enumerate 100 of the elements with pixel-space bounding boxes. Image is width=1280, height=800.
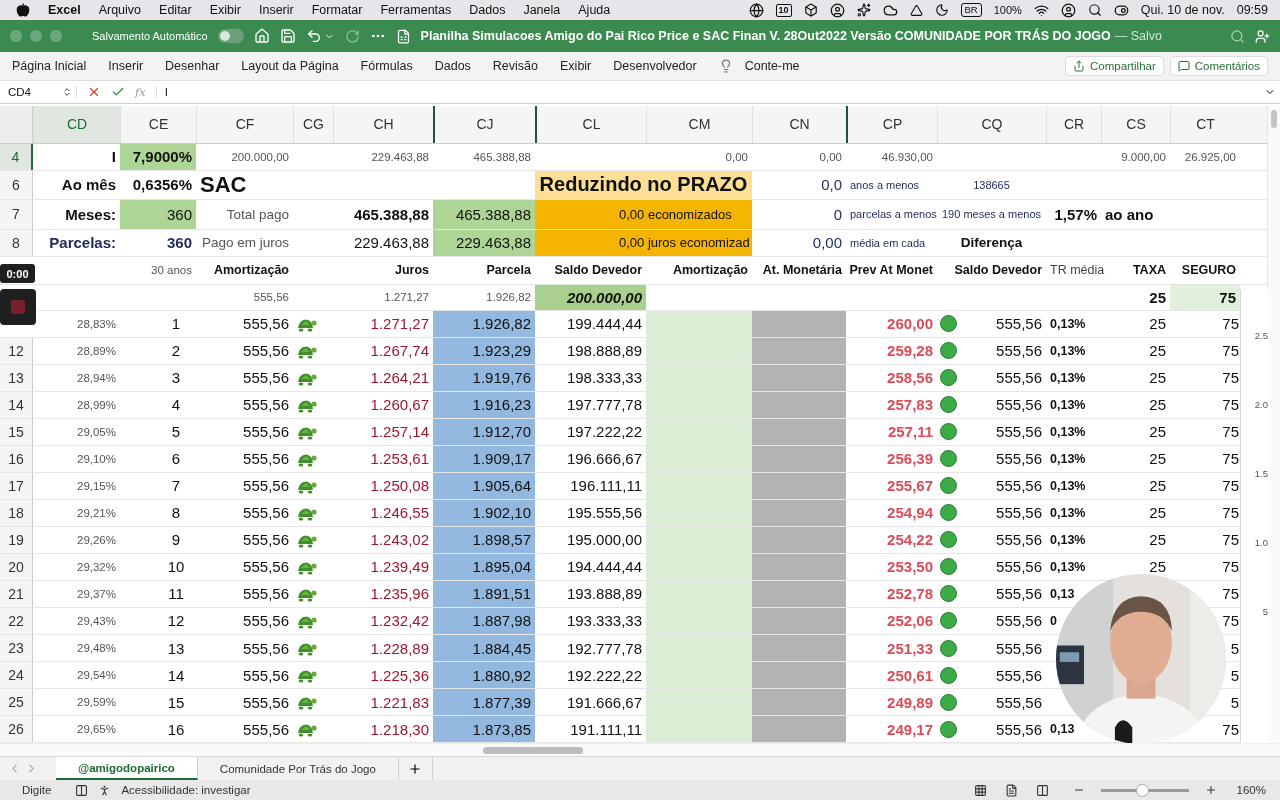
scrollbar-thumb[interactable] — [1271, 110, 1277, 128]
share-button[interactable]: Compartilhar — [1064, 56, 1164, 76]
menu-item[interactable]: Editar — [159, 3, 192, 17]
interest-value: 1.232,42 — [369, 611, 430, 632]
column-title: Prev At Monet — [848, 262, 934, 280]
menu-item[interactable]: Ferramentas — [380, 3, 452, 17]
zoom-in-icon[interactable] — [1204, 784, 1217, 796]
user-icon[interactable] — [1060, 2, 1076, 18]
installment-number: 14 — [166, 665, 186, 686]
menu-item[interactable]: Excel — [48, 3, 81, 17]
account-icon[interactable] — [1255, 28, 1270, 44]
ribbon-tab[interactable]: Página Inicial — [12, 59, 87, 73]
clock-text[interactable]: 09:59 — [1236, 3, 1268, 17]
row-number[interactable]: 13 — [0, 364, 33, 391]
autosave-toggle[interactable] — [217, 29, 244, 43]
battery-percent[interactable]: 100% — [993, 4, 1022, 16]
menu-item[interactable]: Formatar — [311, 3, 363, 17]
fee-value: 25 — [1149, 504, 1166, 522]
search-icon[interactable] — [1087, 3, 1102, 17]
row-number[interactable]: 26 — [0, 716, 33, 743]
row-number[interactable]: 23 — [0, 635, 33, 661]
zoom-level[interactable]: 160% — [1236, 784, 1266, 796]
undo-icon[interactable] — [305, 28, 322, 44]
ribbon-tab[interactable]: Desenhar — [165, 59, 220, 73]
menu-item[interactable]: Ajuda — [578, 3, 611, 17]
column-title: Parcela — [485, 262, 532, 280]
globe-icon[interactable] — [748, 2, 764, 18]
installment-number: 5 — [170, 422, 182, 443]
ribbon-tab[interactable]: Layout da Página — [241, 59, 339, 73]
menu-item[interactable]: Exibir — [209, 3, 241, 17]
chart-panel[interactable]: 2.5 2.0 1.5 1.0 5 — [1240, 289, 1268, 743]
tell-me-link[interactable]: Conte-me — [744, 59, 800, 73]
interest-value: 1.260,67 — [369, 395, 430, 416]
ribbon-tab[interactable]: Dados — [434, 59, 471, 73]
row-number[interactable]: 12 — [0, 337, 33, 364]
interest-value: 1.239,49 — [369, 557, 430, 578]
row-number[interactable]: 8 — [0, 229, 33, 256]
value-text: 229.463,88 — [370, 149, 430, 165]
home-icon[interactable] — [253, 28, 270, 44]
formula-input[interactable]: I — [155, 86, 1254, 98]
table-cell: 0,00 economizados — [535, 199, 752, 229]
normal-view-icon[interactable] — [973, 783, 987, 797]
ribbon-tab[interactable]: Exibir — [560, 59, 592, 73]
wifi-icon[interactable] — [1033, 2, 1049, 18]
calendar-icon[interactable]: 10 — [775, 3, 792, 17]
ribbon-tab[interactable]: Revisão — [492, 59, 538, 73]
date-text[interactable]: Qui. 10 de nov. — [1140, 3, 1225, 17]
rate-value: 0 — [1050, 613, 1057, 628]
balance-value: 555,56 — [996, 585, 1042, 603]
interest-value: 1.267,74 — [369, 341, 430, 362]
axis-label: 5 — [1262, 606, 1268, 618]
menu-item[interactable]: Arquivo — [98, 3, 142, 17]
row-number[interactable]: 18 — [0, 499, 33, 526]
row-number[interactable]: 22 — [0, 607, 33, 634]
page-layout-icon[interactable] — [1004, 783, 1018, 797]
row-number[interactable]: 7 — [0, 199, 33, 229]
row-number[interactable]: 24 — [0, 662, 33, 689]
sheet-tab[interactable]: @amigodopairico — [56, 757, 198, 780]
name-box[interactable]: CD4 — [4, 86, 77, 98]
sparkle-icon[interactable] — [856, 3, 871, 17]
save-icon[interactable] — [279, 28, 296, 44]
row-number[interactable]: 4 — [0, 143, 33, 170]
comments-button[interactable]: Comentários — [1169, 56, 1268, 76]
menu-item[interactable]: Dados — [469, 3, 506, 17]
row-number[interactable]: 21 — [0, 580, 33, 607]
cloud-icon[interactable] — [882, 2, 898, 18]
ribbon-tab[interactable]: Fórmulas — [360, 59, 413, 73]
cancel-icon[interactable] — [87, 85, 101, 99]
menu-item[interactable]: Janela — [523, 3, 561, 17]
moon-icon[interactable] — [934, 3, 949, 17]
interest-value: 1.221,83 — [369, 692, 430, 713]
triangle-icon[interactable] — [909, 3, 923, 17]
accessibility-status[interactable]: Acessibilidade: investigar — [121, 784, 251, 796]
row-number[interactable]: 25 — [0, 689, 33, 716]
box-icon[interactable] — [803, 3, 818, 17]
table-cell: 0,00 juros economizad — [535, 229, 752, 256]
menu-item[interactable]: Inserir — [259, 3, 294, 17]
row-number[interactable]: 19 — [0, 526, 33, 553]
row-number[interactable]: 14 — [0, 391, 33, 418]
apple-icon[interactable] — [16, 3, 30, 17]
forecast-value: 251,33 — [886, 638, 934, 659]
page-break-icon[interactable] — [1035, 783, 1049, 797]
control-center-icon[interactable] — [1113, 2, 1129, 18]
balance-value: 555,56 — [996, 342, 1042, 360]
table-cell: 1.877,39 — [433, 689, 535, 716]
ribbon-tab[interactable]: Inserir — [108, 59, 144, 73]
row-number[interactable]: 20 — [0, 553, 33, 580]
percentage: 29,37% — [76, 586, 117, 602]
percentage: 29,59% — [76, 695, 117, 711]
ribbon-tab[interactable]: Desenvolvedor — [613, 59, 697, 73]
confirm-icon[interactable] — [111, 85, 125, 99]
keyboard-layout[interactable]: BR — [960, 3, 982, 17]
scrollbar-thumb[interactable] — [483, 747, 583, 754]
slider-thumb[interactable] — [1135, 783, 1149, 797]
row-number[interactable]: 16 — [0, 445, 33, 472]
row-number[interactable]: 17 — [0, 472, 33, 499]
column-header[interactable]: CD — [33, 106, 120, 143]
row-number[interactable]: 15 — [0, 418, 33, 445]
row-number[interactable]: 6 — [0, 170, 33, 199]
balance-value: 555,56 — [996, 612, 1042, 630]
